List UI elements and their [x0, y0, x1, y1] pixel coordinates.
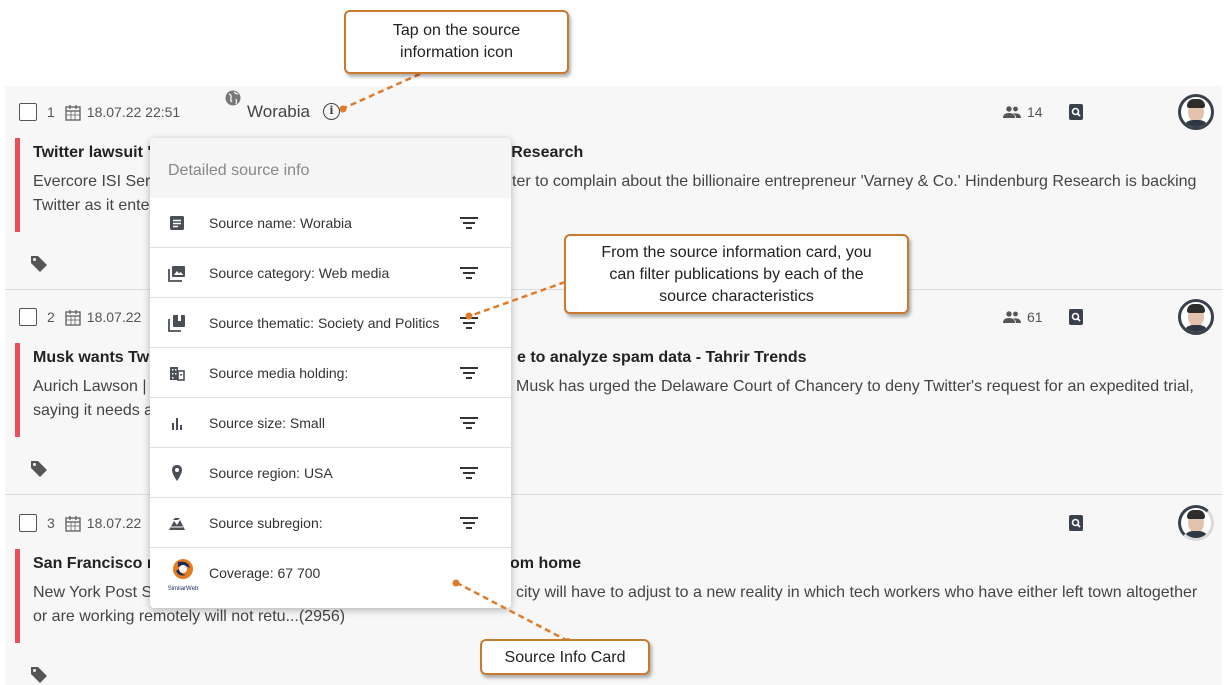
publication-title[interactable]: Twitter lawsuit '	[33, 144, 151, 162]
audience-count: 14	[1003, 104, 1043, 120]
publication-accent-bar	[15, 549, 20, 643]
building-icon	[170, 367, 185, 381]
source-info-row-size: Source size: Small	[150, 398, 511, 448]
calendar-icon	[65, 104, 81, 121]
source-info-row-thematic: Source thematic: Society and Politics	[150, 298, 511, 348]
preview-icon[interactable]	[1069, 309, 1083, 325]
publication-meta: 3 18.07.22	[19, 511, 141, 535]
source-info-row-subregion: Source subregion:	[150, 498, 511, 548]
source-info-label: Source subregion:	[209, 515, 323, 531]
filter-icon[interactable]	[459, 465, 479, 481]
audience-count: 61	[1003, 309, 1043, 325]
tag-icon[interactable]	[29, 459, 49, 479]
select-checkbox[interactable]	[19, 103, 37, 121]
library-icon	[168, 315, 185, 332]
filter-icon[interactable]	[459, 265, 479, 281]
publication-index: 1	[47, 104, 55, 120]
source-info-card-title: Detailed source info	[168, 162, 310, 179]
source-info-label: Source region: USA	[209, 465, 333, 481]
source-info-row-name: Source name: Worabia	[150, 198, 511, 248]
publication-accent-bar	[15, 343, 20, 437]
tag-icon[interactable]	[29, 254, 49, 274]
filter-icon[interactable]	[459, 315, 479, 331]
source-info-label: Coverage: 67 700	[209, 565, 321, 581]
source-info-label: Source thematic: Society and Politics	[209, 315, 440, 331]
publication-date: 18.07.22	[86, 515, 142, 531]
calendar-icon	[65, 309, 81, 326]
publication-date: 18.07.22 22:51	[86, 104, 181, 120]
source-info-card: Detailed source info Source name: Worabi…	[150, 138, 511, 608]
source-info-label: Source size: Small	[209, 415, 325, 431]
publication-index: 3	[47, 515, 55, 531]
filter-icon[interactable]	[459, 415, 479, 431]
publication-snippet-right: ter to complain about the billionaire en…	[512, 173, 1197, 190]
publication-index: 2	[47, 309, 55, 325]
publication-accent-bar	[15, 138, 20, 232]
select-checkbox[interactable]	[19, 514, 37, 532]
source-info-label: Source media holding:	[209, 365, 349, 381]
people-icon	[1003, 311, 1021, 323]
preview-icon[interactable]	[1069, 515, 1083, 531]
publication-date: 18.07.22	[86, 309, 142, 325]
source-name[interactable]: Worabia	[247, 102, 310, 122]
filter-icon[interactable]	[459, 365, 479, 381]
publication-snippet-line2: or are working remotely will not retu...…	[33, 608, 346, 625]
callout-tap-info: Tap on the source information icon	[344, 10, 569, 74]
source-info-row-coverage: SimilarWeb Coverage: 67 700	[150, 548, 511, 598]
filter-icon[interactable]	[459, 215, 479, 231]
preview-icon[interactable]	[1069, 104, 1083, 120]
publication-snippet-right: Musk has urged the Delaware Court of Cha…	[516, 378, 1194, 395]
publication-snippet-right: city will have to adjust to a new realit…	[516, 584, 1198, 601]
publication-title-tail[interactable]: e to analyze spam data - Tahrir Trends	[517, 349, 807, 367]
source-info-row-category: Source category: Web media	[150, 248, 511, 298]
source-info-label: Source category: Web media	[209, 265, 390, 281]
publication-meta: 2 18.07.22	[19, 305, 141, 329]
calendar-icon	[65, 515, 81, 532]
avatar[interactable]	[1178, 505, 1214, 541]
article-icon	[170, 216, 184, 230]
location-pin-icon	[172, 465, 182, 481]
avatar[interactable]	[1178, 299, 1214, 335]
select-checkbox[interactable]	[19, 308, 37, 326]
source-info-icon[interactable]: i	[323, 103, 340, 120]
filter-icon[interactable]	[459, 515, 479, 531]
source-info-card-header: Detailed source info	[150, 138, 511, 198]
publication-title[interactable]: San Francisco m	[33, 555, 161, 573]
similarweb-logo: SimilarWeb	[166, 558, 200, 592]
callout-source-info-card: Source Info Card	[480, 639, 650, 675]
globe-icon	[225, 90, 241, 106]
publication-title[interactable]: Musk wants Twi	[33, 349, 154, 367]
bar-chart-icon	[172, 418, 182, 430]
source-info-row-region: Source region: USA	[150, 448, 511, 498]
callout-filter-hint: From the source information card, you ca…	[564, 234, 909, 314]
publication-title-tail[interactable]: om home	[510, 555, 581, 573]
source-info-label: Source name: Worabia	[209, 215, 352, 231]
source-info-row-media-holding: Source media holding:	[150, 348, 511, 398]
image-icon	[168, 266, 185, 282]
tag-icon[interactable]	[29, 665, 49, 685]
people-icon	[1003, 106, 1021, 118]
publication-meta: 1 18.07.22 22:51	[19, 100, 180, 124]
avatar[interactable]	[1178, 94, 1214, 130]
terrain-icon	[169, 518, 185, 530]
